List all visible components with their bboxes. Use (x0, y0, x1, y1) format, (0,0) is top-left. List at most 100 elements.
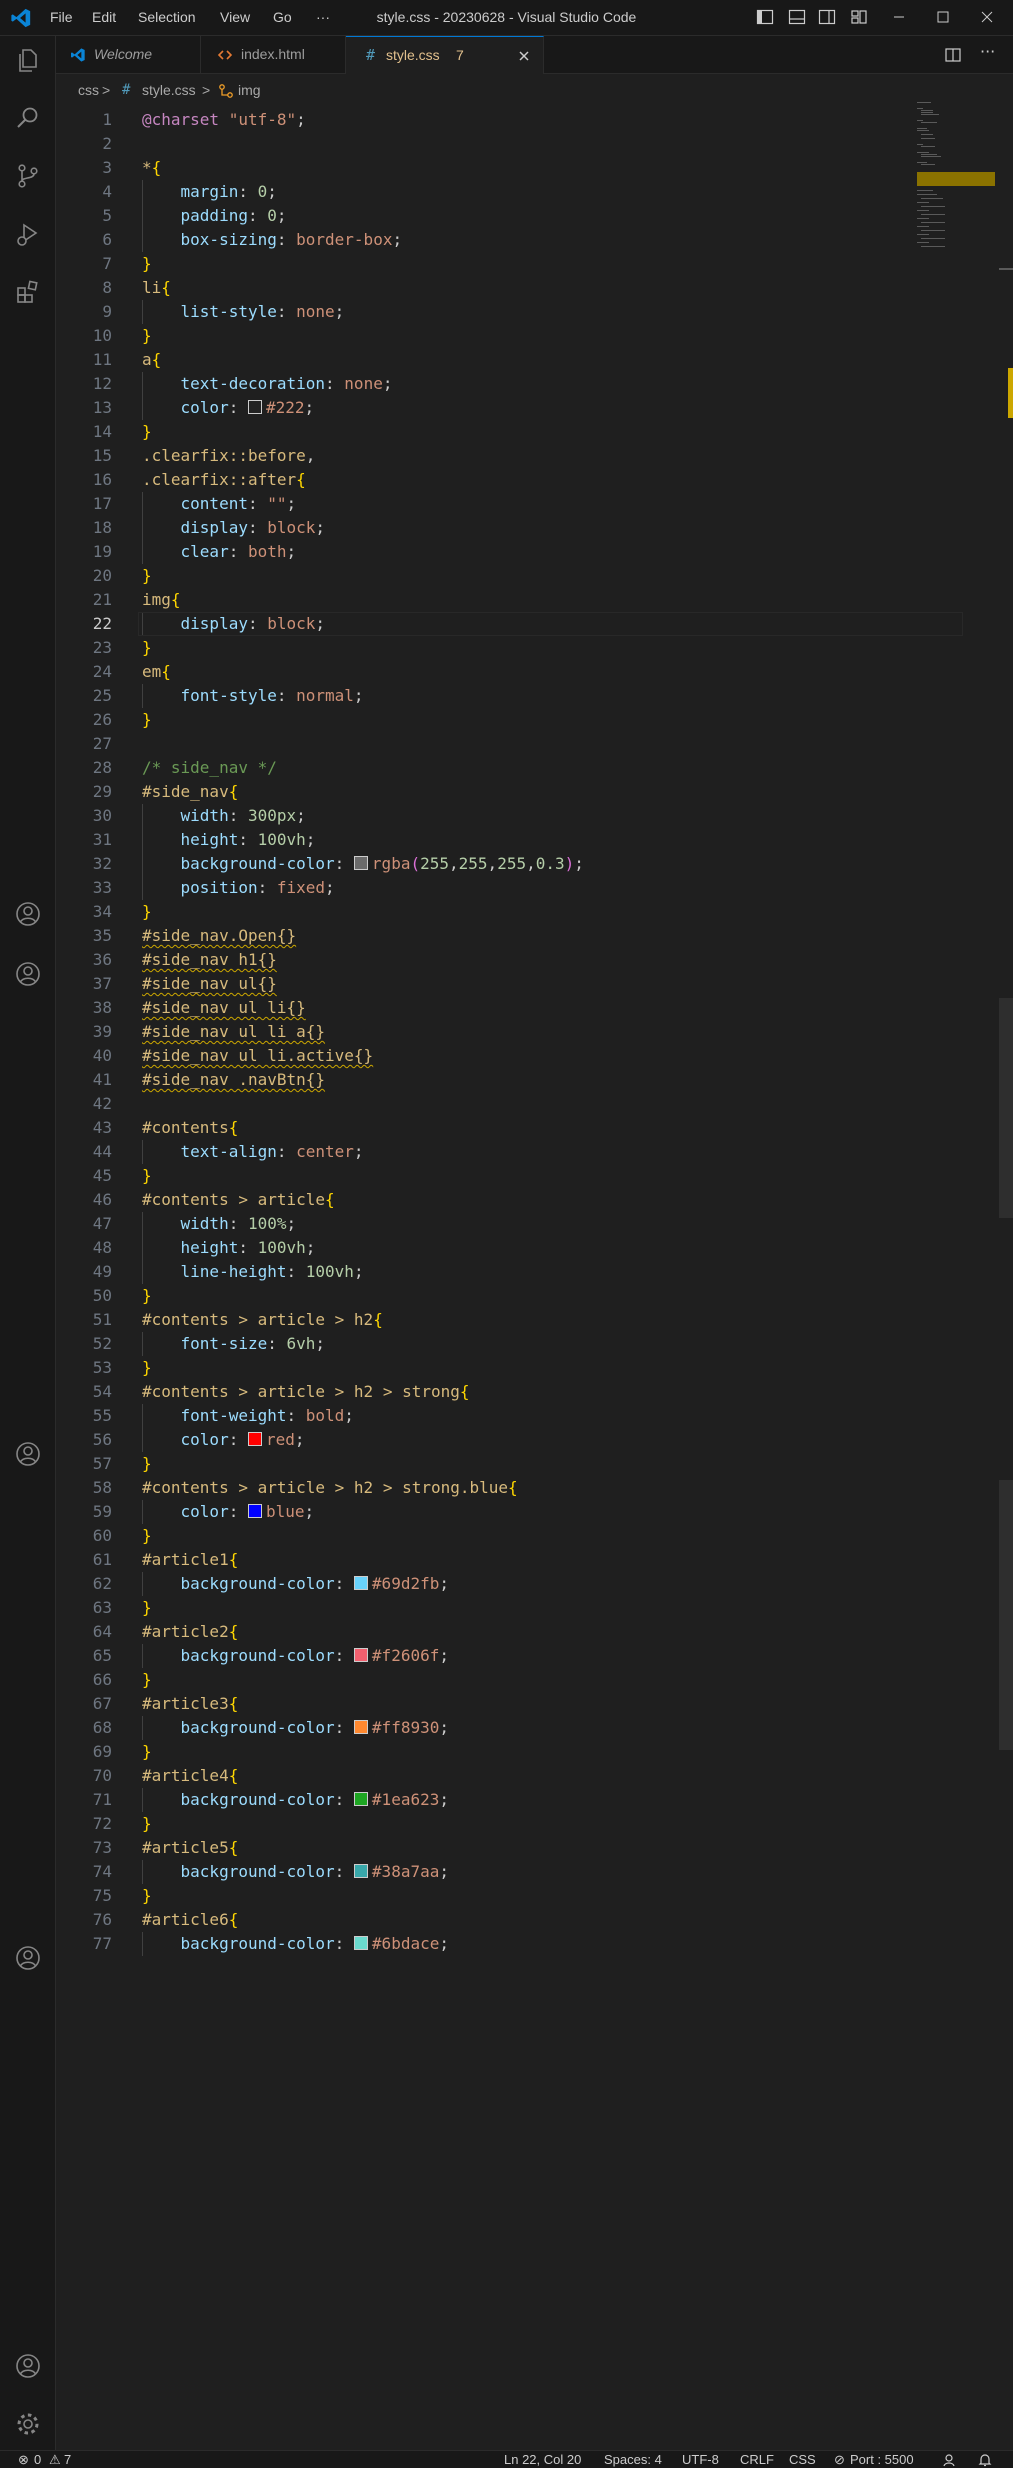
code-line[interactable]: 58 #contents > article > h2 > strong.blue… (56, 1476, 906, 1500)
account-icon[interactable] (14, 900, 42, 928)
indentation[interactable]: Spaces: 4 (604, 2452, 662, 2467)
code-line[interactable]: 50} (56, 1284, 906, 1308)
more-actions-icon[interactable]: ··· (980, 42, 995, 61)
tab-style-css[interactable]: # style.css 7 (346, 36, 544, 74)
code-line[interactable]: 47 width: 100%; (56, 1212, 906, 1236)
color-swatch[interactable] (353, 856, 368, 870)
code-line[interactable]: 37 #side_nav ul{} (56, 972, 906, 996)
code-line[interactable]: 48 height: 100vh; (56, 1236, 906, 1260)
code-line[interactable]: 5 padding: 0; (56, 204, 906, 228)
maximize-icon[interactable] (932, 6, 954, 28)
warnings-count[interactable]: 7 (64, 2452, 71, 2467)
explorer-icon[interactable] (14, 46, 42, 74)
minimap[interactable] (915, 100, 995, 260)
minimize-icon[interactable] (888, 6, 910, 28)
language-mode[interactable]: CSS (789, 2452, 816, 2467)
code-line[interactable]: 7} (56, 252, 906, 276)
code-line[interactable]: 33 position: fixed; (56, 876, 906, 900)
color-swatch[interactable] (247, 1432, 262, 1446)
color-swatch[interactable] (353, 1648, 368, 1662)
errors-icon[interactable]: ⊗ (18, 2452, 29, 2468)
code-line[interactable]: 59 color: blue; (56, 1500, 906, 1524)
code-line[interactable]: 20} (56, 564, 906, 588)
code-line[interactable]: 77 background-color: #6bdace; (56, 1932, 906, 1956)
code-line[interactable]: 67 #article3{ (56, 1692, 906, 1716)
color-swatch[interactable] (353, 1720, 368, 1734)
color-swatch[interactable] (247, 1504, 262, 1518)
code-line[interactable]: 39 #side_nav ul li a{} (56, 1020, 906, 1044)
code-line[interactable]: 53} (56, 1356, 906, 1380)
code-line[interactable]: 28 /* side_nav */ (56, 756, 906, 780)
code-line[interactable]: 14} (56, 420, 906, 444)
split-editor-icon[interactable] (944, 46, 962, 64)
code-line[interactable]: 6 box-sizing: border-box; (56, 228, 906, 252)
code-line[interactable]: 44 text-align: center; (56, 1140, 906, 1164)
close-tab-icon[interactable] (516, 48, 532, 64)
live-server-port[interactable]: Port : 5500 (850, 2452, 914, 2467)
code-line[interactable]: 74 background-color: #38a7aa; (56, 1860, 906, 1884)
code-line[interactable]: 9 list-style: none; (56, 300, 906, 324)
code-line[interactable]: 19 clear: both; (56, 540, 906, 564)
run-debug-icon[interactable] (14, 220, 42, 248)
warning-icon[interactable]: ⚠ (49, 2452, 61, 2468)
code-line[interactable]: 12 text-decoration: none; (56, 372, 906, 396)
code-line[interactable]: 8 li{ (56, 276, 906, 300)
scrollbar-thumb[interactable] (999, 998, 1013, 1218)
code-line[interactable]: 61 #article1{ (56, 1548, 906, 1572)
code-line[interactable]: 52 font-size: 6vh; (56, 1332, 906, 1356)
code-line[interactable]: 54 #contents > article > h2 > strong{ (56, 1380, 906, 1404)
toggle-primary-sidebar-icon[interactable] (756, 8, 774, 26)
breadcrumb-file[interactable]: style.css (142, 82, 196, 98)
code-line[interactable]: 22 display: block; (56, 612, 963, 636)
code-line[interactable]: 51 #contents > article > h2{ (56, 1308, 906, 1332)
account-icon[interactable] (14, 1440, 42, 1468)
code-line[interactable]: 69} (56, 1740, 906, 1764)
code-line[interactable]: 46 #contents > article{ (56, 1188, 906, 1212)
tab-welcome[interactable]: Welcome (56, 36, 201, 74)
code-line[interactable]: 60} (56, 1524, 906, 1548)
notifications-bell-icon[interactable] (978, 2453, 992, 2467)
code-line[interactable]: 72} (56, 1812, 906, 1836)
feedback-icon[interactable] (942, 2453, 956, 2467)
code-line[interactable]: 1 @charset "utf-8"; (56, 108, 906, 132)
encoding[interactable]: UTF-8 (682, 2452, 719, 2467)
code-line[interactable]: 15 .clearfix::before, (56, 444, 906, 468)
code-line[interactable]: 17 content: ""; (56, 492, 906, 516)
code-line[interactable]: 31 height: 100vh; (56, 828, 906, 852)
source-control-icon[interactable] (14, 162, 42, 190)
toggle-panel-icon[interactable] (788, 8, 806, 26)
code-line[interactable]: 2 (56, 132, 906, 156)
cursor-position[interactable]: Ln 22, Col 20 (504, 2452, 581, 2467)
end-of-line[interactable]: CRLF (740, 2452, 774, 2467)
code-line[interactable]: 76 #article6{ (56, 1908, 906, 1932)
code-line[interactable]: 35 #side_nav.Open{} (56, 924, 906, 948)
code-line[interactable]: 43 #contents{ (56, 1116, 906, 1140)
account-icon[interactable] (14, 2352, 42, 2380)
code-line[interactable]: 13 color: #222; (56, 396, 906, 420)
code-line[interactable]: 41 #side_nav .navBtn{} (56, 1068, 906, 1092)
code-line[interactable]: 57} (56, 1452, 906, 1476)
customize-layout-icon[interactable] (850, 8, 868, 26)
code-line[interactable]: 40 #side_nav ul li.active{} (56, 1044, 906, 1068)
editor-scrollbar[interactable] (997, 108, 1013, 2450)
code-line[interactable]: 62 background-color: #69d2fb; (56, 1572, 906, 1596)
code-line[interactable]: 32 background-color: rgba(255,255,255,0.… (56, 852, 906, 876)
code-line[interactable]: 45} (56, 1164, 906, 1188)
code-line[interactable]: 55 font-weight: bold; (56, 1404, 906, 1428)
code-line[interactable]: 66} (56, 1668, 906, 1692)
code-line[interactable]: 29 #side_nav{ (56, 780, 906, 804)
code-line[interactable]: 25 font-style: normal; (56, 684, 906, 708)
code-line[interactable]: 56 color: red; (56, 1428, 906, 1452)
color-swatch[interactable] (353, 1864, 368, 1878)
code-line[interactable]: 16 .clearfix::after{ (56, 468, 906, 492)
code-line[interactable]: 24 em{ (56, 660, 906, 684)
code-line[interactable]: 49 line-height: 100vh; (56, 1260, 906, 1284)
search-icon[interactable] (14, 104, 42, 132)
code-editor[interactable]: 1 @charset "utf-8"; 2 3 *{4 margin: 0; 5 padd… (56, 108, 1013, 2450)
code-line[interactable]: 63} (56, 1596, 906, 1620)
extensions-icon[interactable] (14, 278, 42, 306)
color-swatch[interactable] (353, 1576, 368, 1590)
toggle-secondary-sidebar-icon[interactable] (818, 8, 836, 26)
code-line[interactable]: 64 #article2{ (56, 1620, 906, 1644)
errors-count[interactable]: 0 (34, 2452, 41, 2467)
